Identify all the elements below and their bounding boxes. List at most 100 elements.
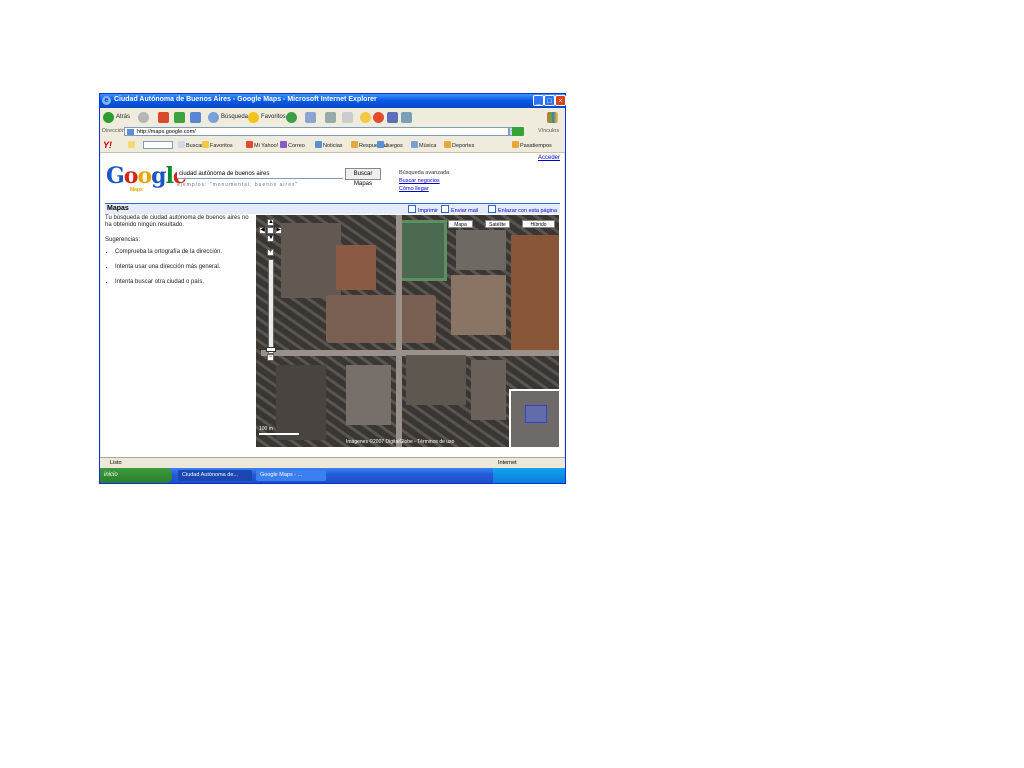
yahoo-search-input[interactable]: [143, 141, 173, 149]
taskbar-item-ie-window[interactable]: Ciudad Autónoma de...: [178, 470, 252, 481]
home-icon: [190, 111, 201, 123]
taskbar-item-google-maps[interactable]: Google Maps - ...: [256, 470, 326, 481]
print-link[interactable]: Imprimir: [408, 205, 438, 214]
directions-link[interactable]: Cómo llegar: [399, 185, 449, 193]
mail-icon: [305, 111, 316, 123]
taskbar: inicio Ciudad Autónoma de... Google Maps…: [100, 468, 565, 483]
address-input[interactable]: http://maps.google.com/: [124, 127, 509, 136]
yahoo-button-news[interactable]: Noticias: [315, 141, 343, 149]
page-icon: [127, 129, 134, 135]
list-item: Comprueba la ortografía de la dirección.: [115, 249, 250, 256]
overview-viewport[interactable]: [525, 405, 547, 423]
no-results-message: Tu búsqueda de ciudad autónoma de buenos…: [105, 215, 249, 228]
history-button[interactable]: [286, 110, 297, 124]
standard-toolbar: Atrás Búsqueda Favoritos: [100, 108, 565, 127]
messenger-icon: [360, 111, 371, 123]
map-copyright: Imágenes ©2007 DigitalGlobe - Términos d…: [346, 439, 455, 445]
satellite-map[interactable]: Mapa Satélite Híbrido ▲ ◀ ▶ ▼ + − 100 m …: [256, 215, 559, 447]
forward-arrow-icon: [138, 111, 149, 123]
yahoo-button-search[interactable]: Buscar: [178, 141, 203, 149]
yahoo-pencil-icon[interactable]: [128, 141, 136, 149]
suggestions-list: Comprueba la ortografía de la dirección.…: [115, 249, 250, 286]
zoom-slider-handle[interactable]: [266, 347, 276, 352]
pan-up-button[interactable]: ▲: [267, 219, 274, 226]
yahoo-logo[interactable]: Y!: [103, 140, 112, 150]
yahoo-messenger-button[interactable]: [373, 110, 384, 124]
title-bar[interactable]: e Ciudad Autónoma de Buenos Aires - Goog…: [100, 94, 566, 108]
tools-button[interactable]: [401, 110, 412, 124]
back-button[interactable]: Atrás: [103, 110, 130, 124]
links-label[interactable]: Vínculos: [538, 128, 559, 134]
smiley-icon: [373, 111, 384, 123]
search-maps-button[interactable]: Buscar Mapas: [345, 168, 381, 187]
page-content: Acceder Google Maps ciudad autónoma de b…: [101, 153, 564, 457]
history-icon: [286, 111, 297, 123]
minimize-button[interactable]: _: [533, 95, 544, 106]
map-scale: 100 m: [259, 426, 299, 435]
pan-left-button[interactable]: ◀: [259, 227, 266, 234]
maps-header-bar: Mapas Imprimir Enviar mail Enlazar con e…: [105, 203, 560, 214]
print-button[interactable]: [325, 110, 336, 124]
yahoo-button-my-yahoo[interactable]: Mi Yahoo!: [246, 141, 278, 149]
security-zone: Internet: [498, 460, 517, 466]
forward-button[interactable]: [138, 110, 149, 124]
close-button[interactable]: ×: [555, 95, 566, 106]
system-tray: [493, 468, 565, 483]
windows-flag-icon: [547, 110, 558, 124]
refresh-icon: [174, 111, 185, 123]
yahoo-button-music[interactable]: Música: [411, 141, 436, 149]
zoom-in-button[interactable]: +: [267, 249, 274, 256]
results-panel: Tu búsqueda de ciudad autónoma de buenos…: [105, 215, 250, 294]
window-title: Ciudad Autónoma de Buenos Aires - Google…: [114, 96, 377, 103]
yahoo-button-mail[interactable]: Correo: [280, 141, 305, 149]
address-label: Dirección: [102, 128, 125, 134]
address-url: http://maps.google.com/: [137, 129, 196, 135]
tools-icon: [401, 111, 412, 123]
pan-right-button[interactable]: ▶: [275, 227, 282, 234]
messenger-button[interactable]: [360, 110, 371, 124]
suggestions-title: Sugerencias:: [105, 237, 141, 243]
yahoo-button-favorites[interactable]: Favoritos: [202, 141, 233, 149]
zoom-slider[interactable]: [268, 259, 274, 354]
research-button[interactable]: [387, 110, 398, 124]
zoom-out-button[interactable]: −: [267, 354, 274, 361]
start-button[interactable]: inicio: [100, 468, 172, 483]
scale-text: 100 m: [259, 426, 273, 432]
status-text: Listo: [110, 460, 122, 466]
home-button[interactable]: [190, 110, 201, 124]
magnifier-icon: [208, 111, 219, 123]
maximize-button[interactable]: □: [544, 95, 555, 106]
refresh-button[interactable]: [174, 110, 185, 124]
list-item: Intenta usar una dirección más general.: [115, 264, 250, 271]
link-to-page-link[interactable]: Enlazar con esta página: [488, 205, 557, 214]
go-button[interactable]: [512, 127, 524, 136]
google-logo[interactable]: Google: [106, 163, 187, 189]
favorites-button[interactable]: Favoritos: [248, 110, 286, 124]
scale-bar: [259, 433, 299, 435]
star-icon: [248, 111, 259, 123]
map-type-map-button[interactable]: Mapa: [448, 220, 473, 228]
book-icon: [387, 111, 398, 123]
yahoo-button-sports[interactable]: Deportes: [444, 141, 474, 149]
yahoo-toolbar: Y! Buscar Favoritos Mi Yahoo! Correo Not…: [100, 138, 565, 153]
edit-icon: [342, 111, 353, 123]
mail-button[interactable]: [305, 110, 316, 124]
pan-down-button[interactable]: ▼: [267, 235, 274, 242]
find-businesses-link[interactable]: Buscar negocios: [399, 177, 449, 185]
stop-button[interactable]: [158, 110, 169, 124]
pan-reset-button[interactable]: [267, 227, 274, 234]
stop-icon: [158, 111, 169, 123]
map-type-hybrid-button[interactable]: Híbrido: [522, 220, 555, 228]
signin-link[interactable]: Acceder: [538, 155, 560, 161]
search-button[interactable]: Búsqueda: [208, 110, 248, 124]
overview-map[interactable]: [509, 389, 559, 447]
maps-search-input[interactable]: ciudad autónoma de buenos aires: [177, 169, 343, 179]
send-email-link[interactable]: Enviar mail: [441, 205, 478, 214]
advanced-search-link[interactable]: Búsqueda avanzada: [399, 169, 449, 177]
yahoo-button-hobbies[interactable]: Pasatiempos: [512, 141, 552, 149]
search-hint: ejemplos: "monumental, buenos aires": [177, 182, 299, 188]
map-type-satellite-button[interactable]: Satélite: [485, 220, 510, 228]
back-arrow-icon: [103, 111, 114, 123]
edit-button[interactable]: [342, 110, 353, 124]
yahoo-button-games[interactable]: Juegos: [377, 141, 403, 149]
